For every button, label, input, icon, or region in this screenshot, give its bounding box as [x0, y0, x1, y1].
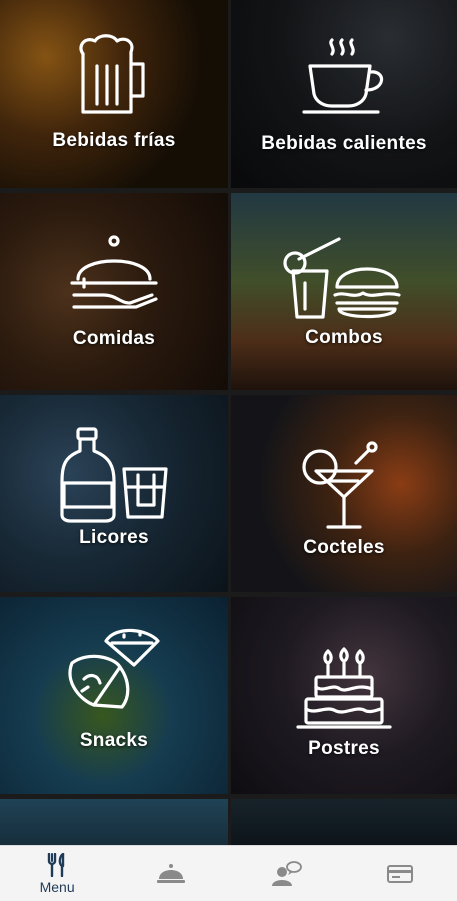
- nav-waiter[interactable]: [229, 846, 343, 901]
- category-label: Comidas: [72, 328, 156, 349]
- category-tile-partial[interactable]: [0, 799, 228, 845]
- fork-knife-icon: [47, 852, 65, 877]
- category-label: Bebidas calientes: [261, 133, 427, 154]
- food-cloche-icon: [70, 235, 158, 309]
- category-grid: Bebidas frías Bebidas calientes Comidas: [0, 0, 457, 845]
- coffee-cup-icon: [302, 38, 384, 114]
- nachos-icon: [68, 628, 160, 709]
- nav-payment[interactable]: [343, 846, 457, 901]
- category-label: Licores: [79, 527, 149, 548]
- category-label: Snacks: [79, 730, 149, 751]
- credit-card-icon: [386, 864, 413, 883]
- category-label: Combos: [305, 327, 383, 348]
- nav-menu[interactable]: Menu: [0, 846, 114, 901]
- nav-orders[interactable]: [114, 846, 228, 901]
- cocktail-glass-icon: [302, 441, 378, 529]
- category-label: Bebidas frías: [52, 130, 176, 151]
- category-tile-bebidas-calientes[interactable]: Bebidas calientes: [231, 0, 457, 188]
- category-tile-comidas[interactable]: Comidas: [0, 193, 228, 390]
- nav-menu-label: Menu: [39, 878, 75, 895]
- cloche-icon: [157, 863, 186, 883]
- category-label: Cocteles: [303, 537, 385, 558]
- drink-burger-icon: [283, 237, 401, 319]
- category-tile-cocteles[interactable]: Cocteles: [231, 395, 457, 592]
- liquor-bottle-icon: [60, 427, 168, 523]
- category-label: Postres: [308, 738, 380, 759]
- beer-mug-icon: [79, 34, 145, 114]
- cake-icon: [296, 647, 392, 729]
- category-tile-licores[interactable]: Licores: [0, 395, 228, 592]
- category-tile-postres[interactable]: Postres: [231, 597, 457, 794]
- waiter-chat-icon: [271, 860, 302, 886]
- category-tile-snacks[interactable]: Snacks: [0, 597, 228, 794]
- category-tile-combos[interactable]: Combos: [231, 193, 457, 390]
- category-tile-partial[interactable]: [231, 799, 457, 845]
- bottom-navigation: Menu: [0, 845, 457, 901]
- category-tile-bebidas-frias[interactable]: Bebidas frías: [0, 0, 228, 188]
